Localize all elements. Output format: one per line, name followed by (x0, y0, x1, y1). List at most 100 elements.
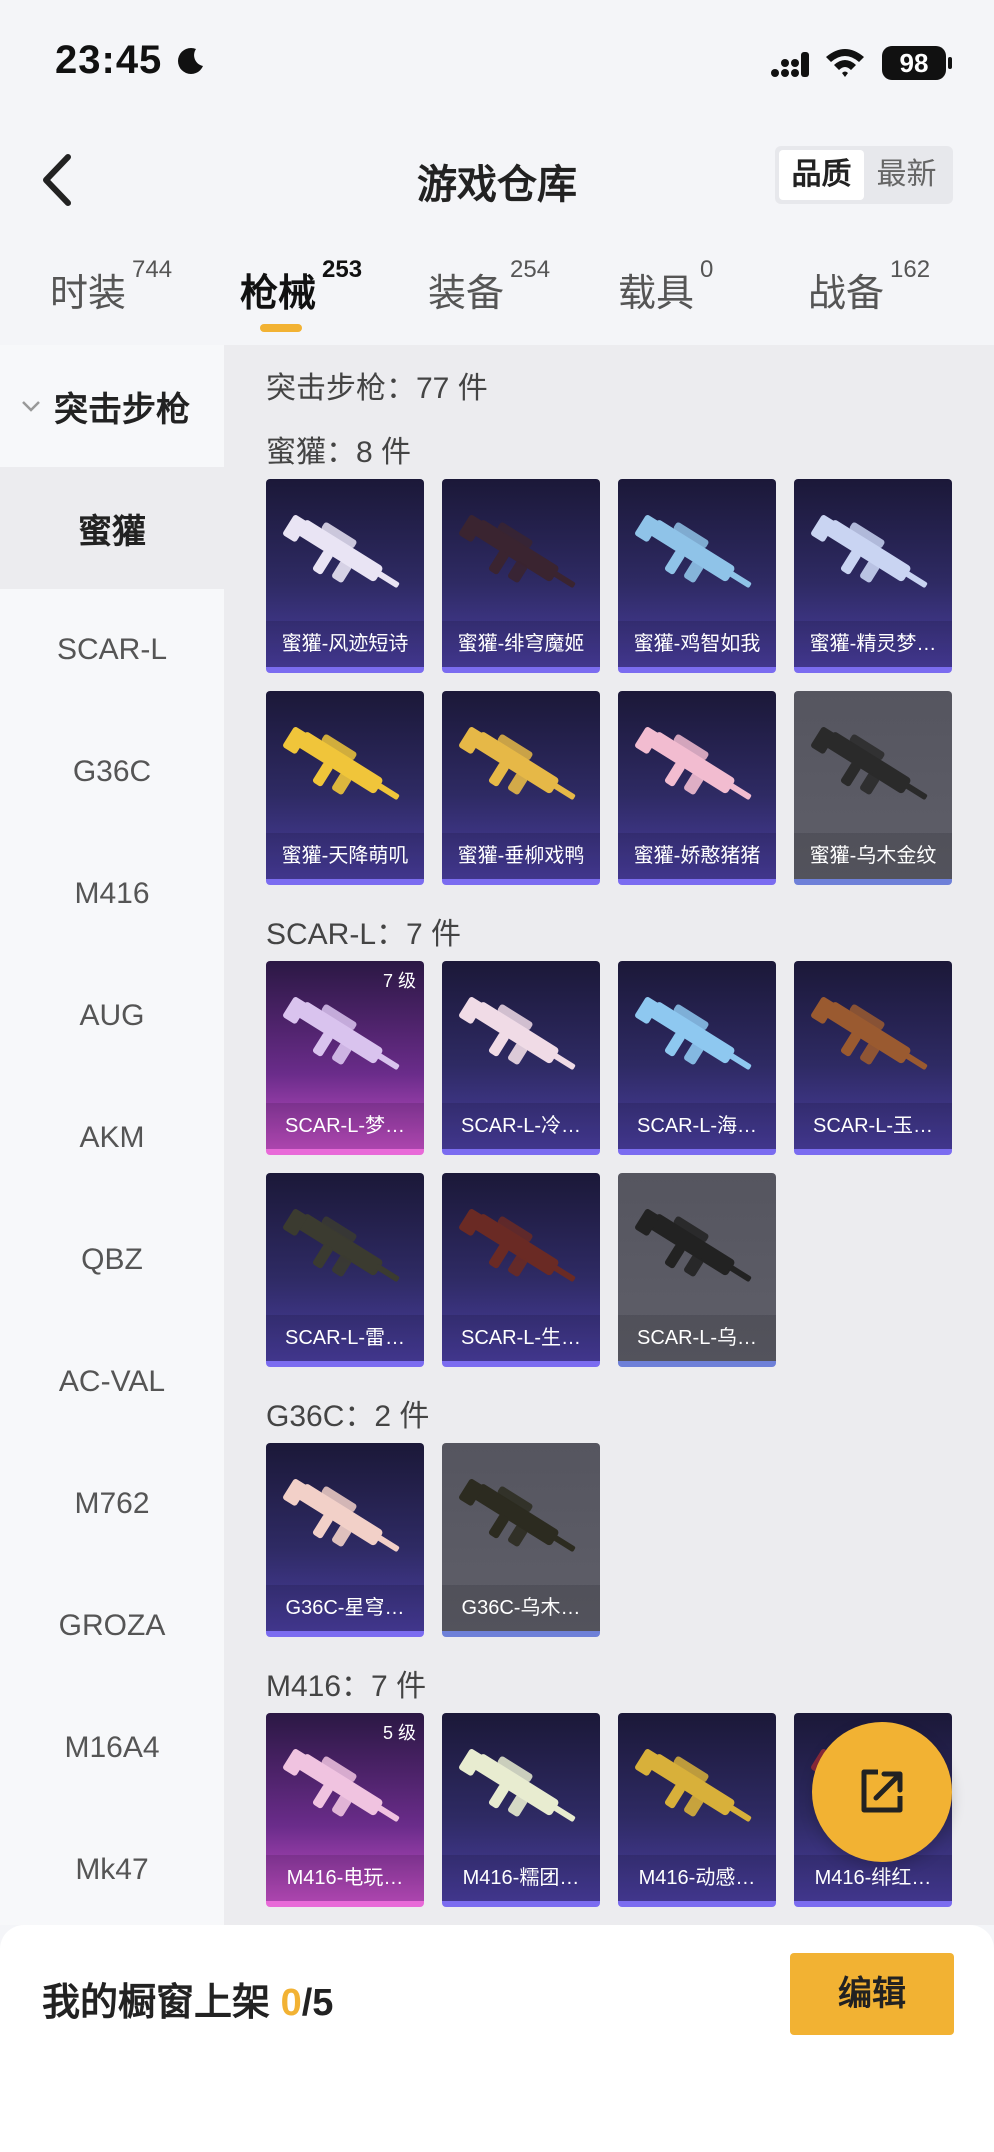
sidebar-item[interactable]: G36C (0, 711, 224, 833)
sidebar-item[interactable]: Mk47 (0, 1809, 224, 1931)
sidebar-item[interactable]: M416 (0, 833, 224, 955)
weapon-name: SCAR-L-梦… (266, 1103, 424, 1149)
weapon-card[interactable]: SCAR-L-海… (618, 961, 776, 1155)
section-title: M416：7 件 (266, 1670, 427, 1703)
tab-equipment[interactable]: 装备254 (428, 256, 550, 317)
gun-icon (283, 727, 400, 800)
weapon-card[interactable]: 蜜獾-垂柳戏鸭 (442, 691, 600, 885)
weapon-card[interactable]: M416-动感… (618, 1713, 776, 1907)
weapon-name: M416-糯团… (442, 1855, 600, 1901)
gun-icon (811, 515, 928, 588)
weapon-name: 蜜獾-娇憨猪猪 (618, 833, 776, 879)
sort-option-quality[interactable]: 品质 (779, 150, 864, 200)
category-tabs: 时装744 枪械253 装备254 载具0 战备162 (0, 250, 994, 340)
tab-firearms[interactable]: 枪械253 (240, 256, 362, 317)
tab-fashion[interactable]: 时装744 (50, 256, 172, 317)
tab-vehicles[interactable]: 载具0 (618, 256, 713, 317)
edit-button[interactable]: 编辑 (790, 1953, 954, 2035)
weapon-card[interactable]: 蜜獾-风迹短诗 (266, 479, 424, 673)
gun-icon (283, 1749, 400, 1822)
level-badge: 5 级 (382, 1723, 416, 1743)
gun-icon (459, 727, 576, 800)
weapon-card[interactable]: G36C-星穹… (266, 1443, 424, 1637)
weapon-card[interactable]: 蜜獾-精灵梦… (794, 479, 952, 673)
gun-icon (459, 997, 576, 1070)
gun-icon (459, 1749, 576, 1822)
showcase-footer: 我的橱窗上架 0/5 编辑 (0, 1925, 994, 2152)
wifi-icon (826, 49, 864, 77)
gun-icon (635, 1209, 752, 1282)
weapon-name: 蜜獾-风迹短诗 (266, 621, 424, 667)
tab-count: 253 (322, 256, 363, 283)
sort-option-newest[interactable]: 最新 (864, 150, 949, 200)
weapon-card[interactable]: G36C-乌木… (442, 1443, 600, 1637)
weapon-name: SCAR-L-乌… (618, 1315, 776, 1361)
tab-count: 162 (890, 256, 931, 283)
weapon-name: 蜜獾-乌木金纹 (794, 833, 952, 879)
sidebar-item[interactable]: 蜜獾 (0, 467, 224, 589)
tab-count: 744 (132, 256, 173, 283)
weapon-name: 蜜獾-绯穹魔姬 (442, 621, 600, 667)
gun-icon (635, 1749, 752, 1822)
weapon-card[interactable]: SCAR-L-生… (442, 1173, 600, 1367)
weapon-card[interactable]: SCAR-L-玉… (794, 961, 952, 1155)
weapon-grid: 突击步枪：77 件 蜜獾：8 件蜜獾-风迹短诗 蜜獾-绯穹魔姬 蜜獾-鸡智如我 蜜獾-… (224, 345, 994, 1925)
sidebar-item[interactable]: AC-VAL (0, 1321, 224, 1443)
share-button[interactable] (812, 1722, 952, 1862)
weapon-card[interactable]: 蜜獾-乌木金纹 (794, 691, 952, 885)
section-title: 蜜獾：8 件 (266, 436, 412, 469)
sidebar-item[interactable]: GROZA (0, 1565, 224, 1687)
category-total: 突击步枪：77 件 (266, 372, 488, 405)
moon-icon (178, 48, 203, 74)
weapon-name: SCAR-L-生… (442, 1315, 600, 1361)
weapon-card[interactable]: 蜜獾-绯穹魔姬 (442, 479, 600, 673)
weapon-card[interactable]: 7 级 SCAR-L-梦… (266, 961, 424, 1155)
status-bar: 23:45 98 (0, 0, 994, 120)
weapon-card[interactable]: 蜜獾-鸡智如我 (618, 479, 776, 673)
weapon-name: M416-绯红… (794, 1855, 952, 1901)
weapon-card[interactable]: SCAR-L-乌… (618, 1173, 776, 1367)
sidebar-item[interactable]: AUG (0, 955, 224, 1077)
sidebar-item[interactable]: M16A4 (0, 1687, 224, 1809)
gun-icon (635, 515, 752, 588)
gun-icon (811, 727, 928, 800)
sidebar-group-assault-rifles[interactable]: 突击步枪 (0, 345, 224, 467)
share-icon (861, 1769, 903, 1813)
weapon-name: SCAR-L-海… (618, 1103, 776, 1149)
level-badge: 7 级 (382, 971, 416, 991)
sort-toggle: 品质 最新 (775, 146, 953, 204)
gun-icon (283, 1209, 400, 1282)
gun-icon (459, 1209, 576, 1282)
weapon-name: SCAR-L-玉… (794, 1103, 952, 1149)
weapon-name: SCAR-L-冷… (442, 1103, 600, 1149)
weapon-card[interactable]: 5 级 M416-电玩… (266, 1713, 424, 1907)
weapon-name: 蜜獾-鸡智如我 (618, 621, 776, 667)
gun-icon (283, 997, 400, 1070)
weapon-card[interactable]: M416-糯团… (442, 1713, 600, 1907)
weapon-name: 蜜獾-天降萌叽 (266, 833, 424, 879)
gun-icon (459, 1479, 576, 1552)
sidebar-item[interactable]: AKM (0, 1077, 224, 1199)
gun-icon (635, 997, 752, 1070)
status-time: 23:45 (55, 38, 163, 82)
gun-icon (635, 727, 752, 800)
weapon-card[interactable]: 蜜獾-娇憨猪猪 (618, 691, 776, 885)
weapon-card[interactable]: SCAR-L-雷… (266, 1173, 424, 1367)
weapon-card[interactable]: SCAR-L-冷… (442, 961, 600, 1155)
signal-icon (771, 52, 809, 77)
weapon-sidebar: 突击步枪 蜜獾 SCAR-L G36C M416 AUG AKM QBZ AC-… (0, 345, 224, 1925)
weapon-name: 蜜獾-精灵梦… (794, 621, 952, 667)
active-tab-indicator (260, 324, 302, 332)
gun-icon (283, 515, 400, 588)
sidebar-item[interactable]: SCAR-L (0, 589, 224, 711)
battery-indicator: 98 (882, 46, 952, 80)
weapon-card[interactable]: 蜜獾-天降萌叽 (266, 691, 424, 885)
section-title: G36C：2 件 (266, 1400, 430, 1433)
weapon-name: M416-动感… (618, 1855, 776, 1901)
weapon-name: M416-电玩… (266, 1855, 424, 1901)
weapon-name: G36C-乌木… (442, 1585, 600, 1631)
sidebar-item[interactable]: M762 (0, 1443, 224, 1565)
gun-icon (811, 997, 928, 1070)
tab-supplies[interactable]: 战备162 (808, 256, 930, 317)
sidebar-item[interactable]: QBZ (0, 1199, 224, 1321)
